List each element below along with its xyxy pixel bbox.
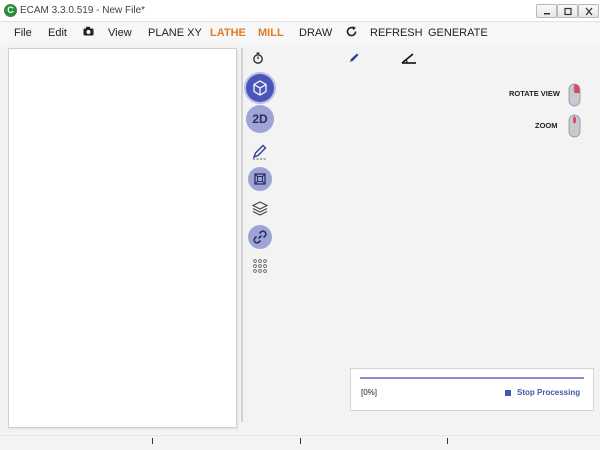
maximize-button[interactable] xyxy=(557,4,578,18)
frame-box-icon xyxy=(254,173,266,185)
menu-lathe[interactable]: LATHE xyxy=(210,27,246,39)
mouse-scroll-icon xyxy=(568,114,581,138)
canvas-panel[interactable] xyxy=(8,48,237,428)
maximize-icon xyxy=(563,7,572,16)
status-divider xyxy=(152,438,153,444)
app-logo-icon: C xyxy=(4,4,17,17)
close-icon xyxy=(585,7,592,16)
stop-processing-button[interactable]: Stop Processing xyxy=(517,388,580,397)
link-button[interactable] xyxy=(248,225,272,249)
progress-panel: [0%] Stop Processing xyxy=(350,368,594,411)
minimize-icon xyxy=(543,13,550,15)
layers-button[interactable] xyxy=(248,196,272,220)
zoom-hint: ZOOM xyxy=(535,121,558,130)
view-3d-button[interactable] xyxy=(246,74,274,102)
rotate-view-hint: ROTATE VIEW xyxy=(509,89,560,98)
title-bar: C ECAM 3.3.0.519 - New File* xyxy=(0,0,600,22)
window-title: ECAM 3.3.0.519 - New File* xyxy=(20,5,146,16)
menu-bar: File Edit View PLANE XY LATHE MILL DRAW … xyxy=(0,22,600,44)
status-divider xyxy=(447,438,448,444)
panel-splitter[interactable] xyxy=(241,48,243,422)
angle-icon[interactable] xyxy=(401,51,417,69)
mouse-right-click-icon xyxy=(568,83,581,107)
refresh-icon[interactable] xyxy=(345,25,358,41)
minimize-button[interactable] xyxy=(536,4,557,18)
close-button[interactable] xyxy=(578,4,599,18)
grid-button[interactable] xyxy=(248,254,272,278)
progress-fill xyxy=(360,377,584,379)
menu-view[interactable]: View xyxy=(108,27,132,39)
menu-file[interactable]: File xyxy=(14,27,32,39)
menu-generate[interactable]: GENERATE xyxy=(428,27,488,39)
sketch-button[interactable] xyxy=(248,139,272,163)
status-divider xyxy=(300,438,301,444)
progress-track xyxy=(360,377,584,379)
timer-icon[interactable] xyxy=(252,51,264,69)
menu-edit[interactable]: Edit xyxy=(48,27,67,39)
menu-mill[interactable]: MILL xyxy=(258,27,284,39)
sketch-pen-icon xyxy=(252,144,267,160)
link-icon xyxy=(253,230,267,244)
dot-grid-icon xyxy=(253,259,267,273)
frame-button[interactable] xyxy=(248,167,272,191)
view-2d-button[interactable]: 2D xyxy=(246,105,274,133)
pencil-icon[interactable] xyxy=(348,51,360,69)
menu-draw[interactable]: DRAW xyxy=(299,27,332,39)
view-2d-label: 2D xyxy=(252,112,268,126)
cube-3d-icon xyxy=(253,80,267,96)
menu-refresh[interactable]: REFRESH xyxy=(370,27,423,39)
progress-percent: [0%] xyxy=(361,388,378,397)
camera-icon[interactable] xyxy=(83,26,94,39)
layers-icon xyxy=(251,201,269,216)
menu-plane[interactable]: PLANE XY xyxy=(148,27,202,39)
stop-icon[interactable] xyxy=(505,390,511,396)
